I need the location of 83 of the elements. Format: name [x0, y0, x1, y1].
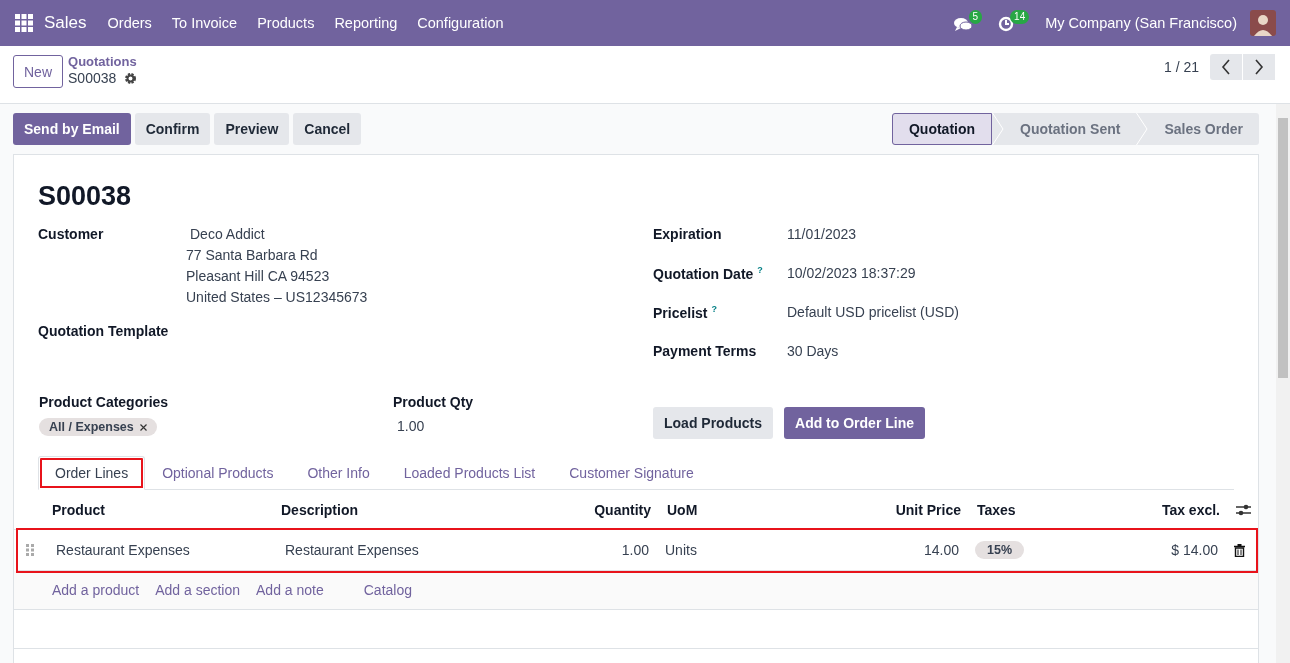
chevron-left-icon [1221, 59, 1231, 75]
status-stage[interactable]: Sales Order [1148, 113, 1259, 145]
record-title: S00038 [38, 181, 133, 212]
clock-icon [998, 16, 1015, 32]
message-count-badge: 5 [968, 10, 983, 24]
field-value[interactable]: 11/01/2023 [787, 226, 857, 242]
table-cell: 1.00 [621, 542, 649, 558]
add-line-link[interactable]: Catalog [363, 582, 412, 598]
action-button[interactable]: Cancel [293, 113, 362, 145]
tab[interactable]: Loaded Products List [386, 456, 553, 490]
address-line: United States – US12345673 [186, 289, 368, 305]
app-name-link[interactable]: Sales [44, 13, 87, 33]
field-label: Quotation Date $^{?}$ [653, 265, 764, 282]
add-line-link[interactable]: Add a section [155, 582, 240, 598]
activities-button[interactable]: 14 [998, 12, 1030, 34]
column-header[interactable]: Unit Price [798, 501, 969, 518]
field-value[interactable]: 30 Days [787, 343, 839, 359]
tab[interactable]: Optional Products [145, 456, 291, 490]
field-value[interactable]: 10/02/2023 18:37:29 [787, 265, 916, 281]
column-header[interactable]: Tax excl. [1098, 501, 1228, 518]
field-label: Quotation Template [38, 323, 170, 339]
chevron-right-icon [1254, 59, 1264, 75]
order-line-row[interactable]: Restaurant Expenses Restaurant Expenses 1.00 Units 14.00 15% $ 14.00 [18, 530, 1256, 571]
company-switcher[interactable]: My Company (San Francisco) [1045, 15, 1237, 31]
app-grid-icon[interactable] [15, 14, 33, 32]
menu-item[interactable]: To Invoice [171, 15, 238, 31]
field-label: Payment Terms [653, 343, 758, 359]
chat-bubbles-icon [952, 16, 973, 32]
field-label: Product Qty [393, 394, 475, 410]
pager-value: 1 / 21 [1163, 59, 1199, 75]
tax-tag: 15% [975, 541, 1025, 559]
column-header[interactable]: UoM [659, 501, 798, 518]
field-label: Pricelist $^{?}$ [653, 304, 718, 321]
trash-icon[interactable] [1234, 543, 1245, 557]
add-line-link[interactable]: Add a note [256, 582, 324, 598]
field-label: Customer [38, 226, 105, 242]
quantity-field[interactable]: 1.00 [393, 418, 653, 434]
column-header[interactable]: Product [44, 501, 273, 518]
messages-button[interactable]: 5 [952, 12, 983, 34]
address-line: 77 Santa Barbara Rd [186, 247, 319, 263]
customer-field[interactable]: Deco Addict [186, 226, 368, 242]
action-button[interactable]: Preview [214, 113, 290, 145]
column-header[interactable]: Description [273, 501, 553, 518]
table-cell: Units [665, 542, 697, 558]
tab[interactable]: Customer Signature [552, 456, 711, 490]
vertical-scrollbar[interactable] [1276, 104, 1290, 663]
tab[interactable]: Order Lines [38, 456, 146, 490]
field-label: Product Categories [39, 394, 170, 410]
menu-item[interactable]: Products [257, 15, 315, 31]
action-button[interactable]: Load Products [653, 407, 773, 439]
chevron-separator [1136, 113, 1149, 145]
record-name: S00038 [68, 70, 117, 86]
next-button[interactable] [1243, 54, 1275, 80]
chevron-separator [992, 113, 1005, 145]
table-cell: Restaurant Expenses [285, 542, 419, 558]
action-button[interactable]: Send by Email [13, 113, 131, 145]
close-icon [139, 423, 147, 431]
action-button[interactable]: Confirm [134, 113, 211, 145]
column-header[interactable]: Taxes [969, 501, 1098, 518]
table-cell: Restaurant Expenses [56, 542, 190, 558]
new-button[interactable]: New [13, 55, 63, 88]
category-tag[interactable]: All / Expenses [39, 418, 157, 436]
status-stage[interactable]: Quotation [891, 113, 993, 145]
previous-button[interactable] [1210, 54, 1242, 80]
menu-item[interactable]: Configuration [417, 15, 504, 31]
table-cell: $ 14.00 [1171, 542, 1218, 558]
add-line-link[interactable]: Add a product [52, 582, 140, 598]
status-stage[interactable]: Quotation Sent [1004, 113, 1137, 145]
sliders-icon[interactable] [1236, 502, 1251, 517]
breadcrumb-link[interactable]: Quotations [68, 54, 138, 70]
address-line: Pleasant Hill CA 94523 [186, 268, 331, 284]
user-avatar-icon[interactable] [1250, 10, 1276, 36]
gear-icon[interactable] [124, 71, 138, 85]
activity-count-badge: 14 [1010, 10, 1030, 24]
column-header[interactable]: Quantity [553, 501, 659, 518]
drag-handle-icon[interactable] [26, 544, 34, 556]
field-label: Expiration [653, 226, 723, 242]
menu-item[interactable]: Reporting [334, 15, 398, 31]
table-cell: 14.00 [923, 542, 959, 558]
field-value[interactable]: Default USD pricelist (USD) [787, 304, 959, 320]
menu-item[interactable]: Orders [107, 15, 152, 31]
action-button[interactable]: Add to Order Line [784, 407, 925, 439]
tab[interactable]: Other Info [290, 456, 387, 490]
